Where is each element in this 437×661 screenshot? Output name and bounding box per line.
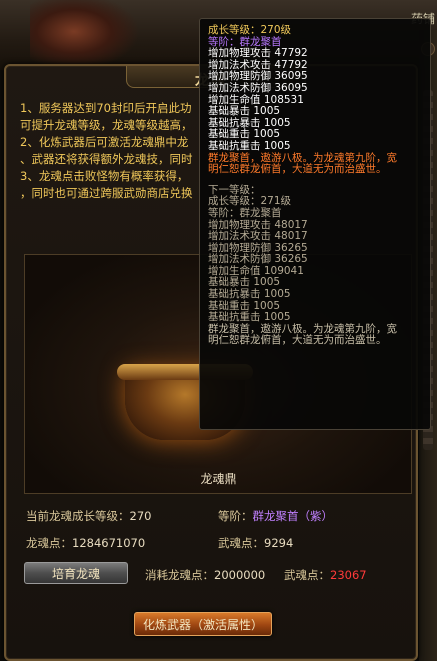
- cost-dragon-value: 2000000: [214, 568, 266, 582]
- next-rank: 等阶：群龙聚首: [208, 206, 282, 219]
- cost-dragon-label: 消耗龙魂点：: [145, 568, 214, 582]
- cost-weapon-label: 武魂点：: [284, 568, 330, 582]
- current-stat: 基础抗重击 1005: [208, 139, 291, 152]
- weapon-soul-row: 武魂点：9294: [218, 535, 408, 551]
- cost-weapon-value: 23067: [330, 568, 367, 582]
- next-stat: 增加法术攻击 48017: [208, 230, 308, 243]
- dragon-soul-points-label: 龙魂点：: [26, 536, 72, 550]
- weapon-soul-value: 9294: [264, 536, 294, 550]
- weapon-soul-label: 武魂点：: [218, 536, 264, 550]
- rank-label: 等阶：: [218, 509, 253, 523]
- growth-level-value: 270: [129, 509, 152, 523]
- rank-row: 等阶：群龙聚首（紫）: [218, 508, 408, 524]
- current-stat: 基础暴击 1005: [208, 105, 281, 118]
- refine-weapon-button[interactable]: 化炼武器（激活属性）: [134, 612, 272, 636]
- cost-weapon-row: 武魂点：23067: [284, 567, 414, 583]
- next-description: 明仁恕群龙俯首，大道无为而治盛世。: [208, 334, 387, 347]
- cost-dragon-row: 消耗龙魂点：2000000: [145, 567, 285, 583]
- cultivate-dragon-soul-button[interactable]: 培育龙魂: [24, 562, 128, 584]
- cauldron-label: 龙魂鼎: [200, 472, 237, 486]
- next-stat: 基础抗暴击 1005: [208, 288, 291, 301]
- rank-value: 群龙聚首（紫）: [252, 509, 334, 523]
- growth-level-label: 当前龙魂成长等级：: [26, 509, 130, 523]
- current-level: 成长等级：270级: [208, 24, 292, 36]
- character-portrait: [30, 0, 140, 70]
- dragon-soul-points-value: 1284671070: [72, 536, 146, 550]
- current-stat: 增加法术防御 36095: [208, 81, 308, 94]
- current-description: 明仁恕群龙俯首，大道无为而治盛世。: [208, 163, 387, 176]
- growth-tooltip: 成长等级：270级 等阶：群龙聚首 增加物理攻击 47792 增加法术攻击 47…: [199, 18, 431, 430]
